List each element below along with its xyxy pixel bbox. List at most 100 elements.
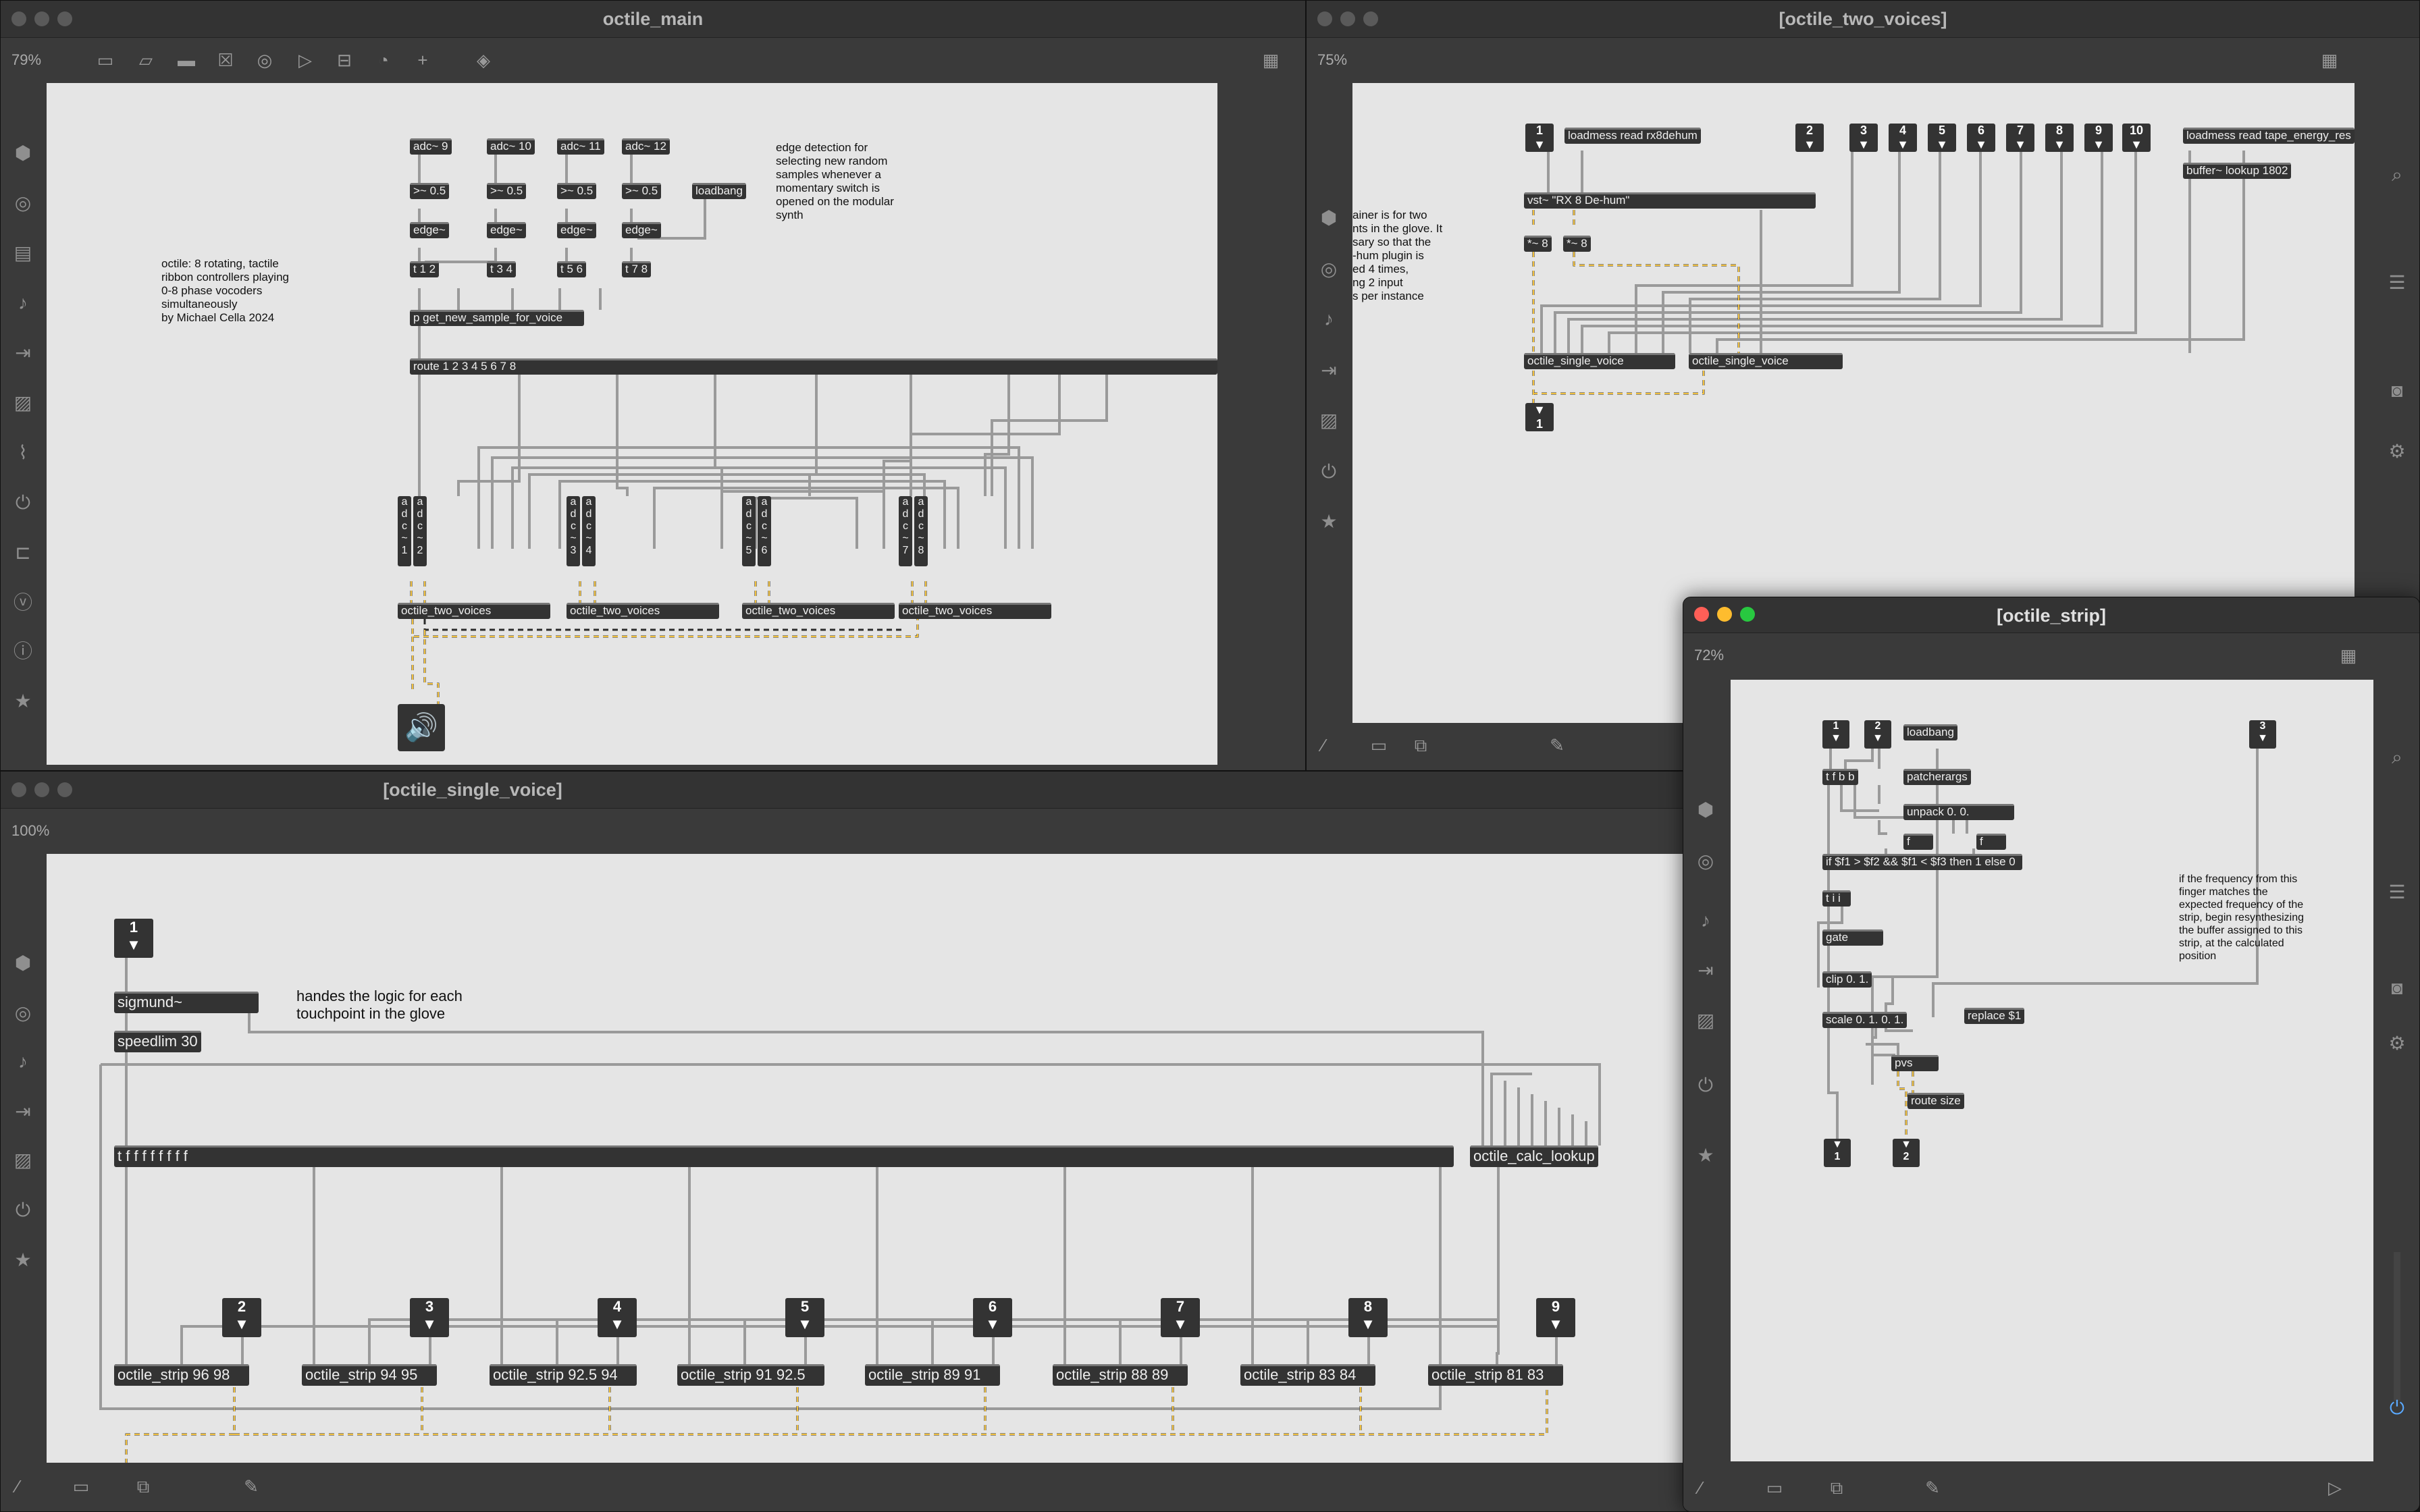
inlet-4[interactable]: 4 ▼ [598,1298,637,1337]
adc-3[interactable]: a d c ~ 3 [567,496,580,566]
inlet-3[interactable]: 3 ▼ [410,1298,449,1337]
loadbang-object[interactable]: loadbang [692,183,746,199]
window-octile-main[interactable]: octile_main 79% ▭ ▱ ▬ ☒ ◎ ▷ ⊟ ◔ + ◈ ▦ ⬢ … [0,0,1306,771]
media-icon[interactable]: ▤ [11,242,34,265]
package-icon[interactable]: ⬢ [11,952,34,975]
target-icon[interactable]: ◎ [1694,850,1717,873]
strip-3[interactable]: octile_strip 92.5 94 [490,1364,637,1386]
presentation-icon[interactable]: ▭ [1369,735,1389,755]
debug-icon[interactable]: ✎ [1922,1478,1943,1498]
plug-icon[interactable]: ⏻ [1317,460,1340,483]
adc-11[interactable]: adc~ 11 [557,138,604,155]
presentation-icon[interactable]: ▭ [1764,1478,1785,1498]
list-icon[interactable]: ☰ [2386,271,2409,294]
info-icon[interactable]: ⓘ [11,640,34,663]
music-icon[interactable]: ♪ [11,292,34,315]
strip-5[interactable]: octile_strip 89 91 [865,1364,1000,1386]
inlet-3[interactable]: 3 ▼ [1849,124,1878,152]
audio-play-icon[interactable]: ▷ [2325,1478,2345,1498]
image-icon[interactable]: ▨ [1317,409,1340,432]
trigger-2[interactable]: t 3 4 [487,261,517,277]
plug-icon[interactable]: ⏻ [11,1199,34,1222]
package-icon[interactable]: ⬢ [1317,207,1340,230]
subpatch-get-new-sample[interactable]: p get_new_sample_for_voice [410,310,584,326]
settings-icon[interactable]: ⚙ [2386,1032,2409,1055]
search-icon[interactable]: ⌕ [2386,163,2409,186]
toggle-icon[interactable]: ☒ [215,50,236,70]
adc-4[interactable]: a d c ~ 4 [582,496,596,566]
image-icon[interactable]: ▨ [1694,1009,1717,1032]
inlet-4[interactable]: 4 ▼ [1889,124,1917,152]
window-octile-single-voice[interactable]: [octile_single_voice] 100% ⬢ ◎ ♪ ⇥ ▨ ⏻ ★ [0,771,1688,1512]
strip-2[interactable]: octile_strip 94 95 [302,1364,437,1386]
comment-icon[interactable]: ▬ [176,50,196,70]
sequence-icon[interactable]: ⇥ [1317,359,1340,382]
inlet-7[interactable]: 7 ▼ [2006,124,2034,152]
trigger-tii[interactable]: t i i [1822,890,1851,907]
two-voices-2[interactable]: octile_two_voices [567,603,719,619]
windows-icon[interactable]: ⧉ [133,1476,153,1496]
inlet-3[interactable]: 3 ▼ [2249,720,2276,749]
inlet-8[interactable]: 8 ▼ [1348,1298,1388,1337]
adc-8[interactable]: a d c ~ 8 [914,496,928,566]
number-icon[interactable]: ▷ [295,50,315,70]
power-icon[interactable]: ⏻ [2386,1397,2409,1420]
zoom-menu[interactable]: 79% [11,51,41,69]
thresh-4[interactable]: >~ 0.5 [622,183,662,199]
windows-icon[interactable]: ⧉ [1826,1478,1847,1498]
loadbang-object[interactable]: loadbang [1903,724,1957,740]
zoom-menu[interactable]: 100% [11,822,49,840]
patcher-canvas[interactable]: octile: 8 rotating, tactile ribbon contr… [47,83,1217,765]
edit-icon[interactable]: ⁄ [1313,735,1334,755]
inlet-2[interactable]: 2 ▼ [222,1298,261,1337]
star-icon[interactable]: ★ [1694,1144,1717,1167]
float-2[interactable]: f [1976,834,2006,850]
calc-lookup-object[interactable]: octile_calc_lookup [1470,1145,1598,1167]
float-1[interactable]: f [1903,834,1933,850]
sequence-icon[interactable]: ⇥ [11,1100,34,1123]
vst-dehum[interactable]: vst~ "RX 8 De-hum" [1524,192,1816,209]
adc-2[interactable]: a d c ~ 2 [413,496,427,566]
sigmund-object[interactable]: sigmund~ [114,992,259,1013]
inlet-6[interactable]: 6 ▼ [973,1298,1012,1337]
music-icon[interactable]: ♪ [11,1050,34,1073]
thresh-1[interactable]: >~ 0.5 [410,183,450,199]
outlet-2[interactable]: ▼ 2 [1893,1139,1920,1167]
adc-10[interactable]: adc~ 10 [487,138,535,155]
image-icon[interactable]: ▨ [11,392,34,414]
clip-object[interactable]: clip 0. 1. [1822,971,1872,988]
titlebar[interactable]: octile_main [1,1,1305,38]
speaker-icon[interactable]: 🔊 [398,704,445,751]
plug-icon[interactable]: ⏻ [1694,1074,1717,1097]
package-icon[interactable]: ⬢ [11,142,34,165]
inlet-1[interactable]: 1 ▼ [1822,720,1849,749]
adc-6[interactable]: a d c ~ 6 [758,496,771,566]
edge-2[interactable]: edge~ [487,222,526,238]
route-object[interactable]: route 1 2 3 4 5 6 7 8 [410,358,1217,375]
camera-icon[interactable]: ◙ [2386,379,2409,402]
strip-4[interactable]: octile_strip 91 92.5 [677,1364,824,1386]
message-icon[interactable]: ▱ [136,50,156,70]
target-icon[interactable]: ◎ [1317,258,1340,281]
star-icon[interactable]: ★ [11,690,34,713]
patcher-canvas[interactable]: 1 ▼ sigmund~ handes the logic for each to… [47,854,1687,1463]
edge-1[interactable]: edge~ [410,222,449,238]
grid-icon[interactable]: ▦ [2319,50,2340,70]
zoom-menu[interactable]: 72% [1694,647,1724,664]
trigger-3[interactable]: t 5 6 [557,261,587,277]
slider-icon[interactable]: ⊟ [334,50,354,70]
two-voices-3[interactable]: octile_two_voices [742,603,895,619]
mult-2[interactable]: *~ 8 [1563,236,1591,252]
adc-12[interactable]: adc~ 12 [622,138,670,155]
volume-slider[interactable] [2394,1252,2400,1401]
inlet-1[interactable]: 1 ▼ [1525,124,1554,152]
strip-1[interactable]: octile_strip 96 98 [114,1364,249,1386]
star-icon[interactable]: ★ [11,1249,34,1272]
panel-icon[interactable]: ▭ [95,50,115,70]
edit-icon[interactable]: ⁄ [7,1476,28,1496]
loadmess-rx8dehum[interactable]: loadmess read rx8dehum [1564,128,1701,144]
gate-object[interactable]: gate [1822,929,1883,946]
plug-icon[interactable]: ⏻ [11,491,34,514]
strip-6[interactable]: octile_strip 88 89 [1053,1364,1188,1386]
music-icon[interactable]: ♪ [1317,308,1340,331]
